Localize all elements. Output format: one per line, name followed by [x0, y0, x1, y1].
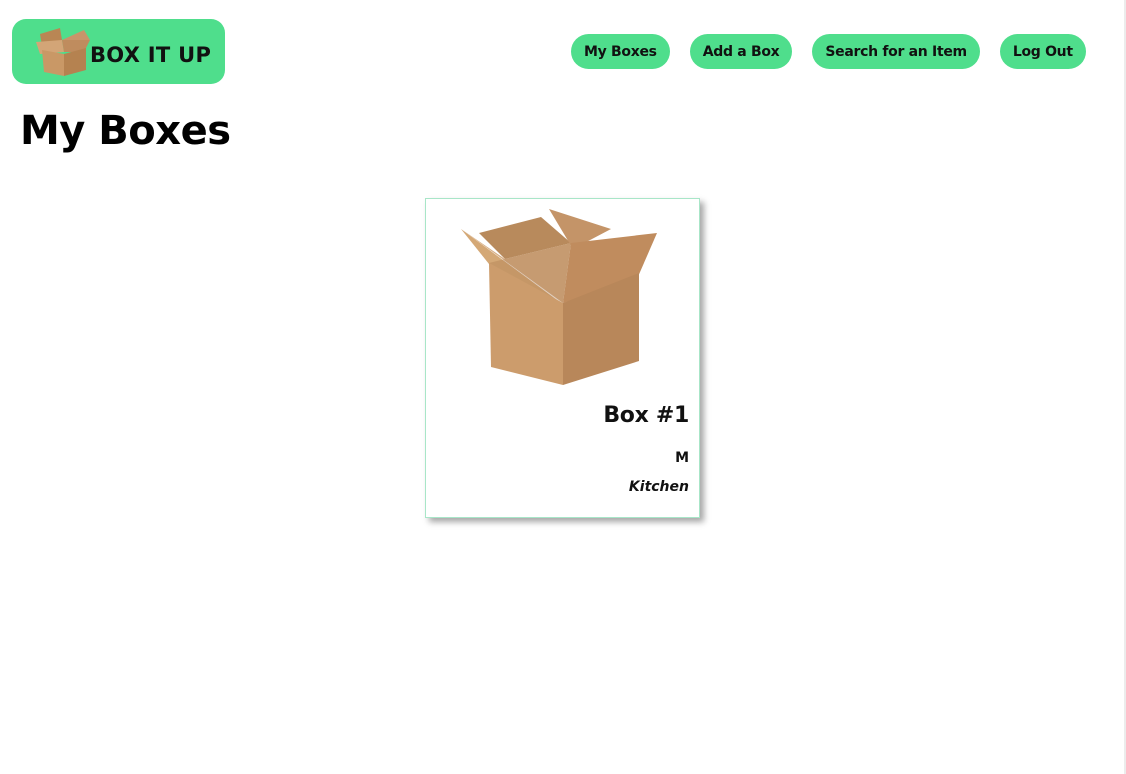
page-title: My Boxes [20, 108, 231, 154]
nav-my-boxes-button[interactable]: My Boxes [571, 34, 670, 69]
cardboard-box-icon [36, 27, 90, 76]
page: BOX IT UP My Boxes Add a Box Search for … [0, 0, 1126, 774]
box-room: Kitchen [628, 479, 689, 495]
box-card[interactable]: Box #1 M Kitchen [425, 198, 700, 518]
nav-add-box-button[interactable]: Add a Box [689, 34, 793, 69]
nav-log-out-button[interactable]: Log Out [999, 34, 1086, 69]
logo-text: BOX IT UP [90, 42, 212, 67]
box-name: Box #1 [603, 403, 689, 428]
box-size: M [675, 450, 689, 466]
open-cardboard-box-image [461, 209, 657, 385]
logo-home-link[interactable]: BOX IT UP [12, 19, 225, 84]
main-nav: My Boxes Add a Box Search for an Item Lo… [571, 34, 1086, 69]
nav-search-item-button[interactable]: Search for an Item [812, 34, 980, 69]
